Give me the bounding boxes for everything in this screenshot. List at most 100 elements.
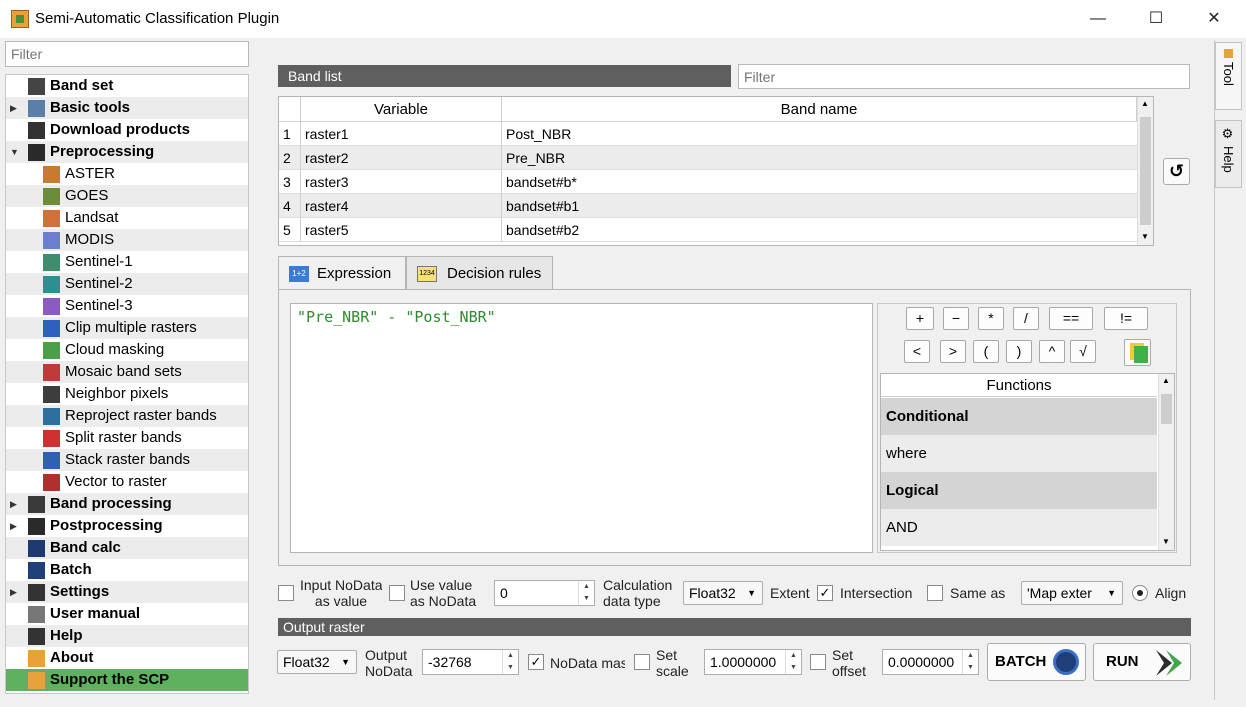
- sidebar-item-postprocessing[interactable]: ▶ Postprocessing: [6, 515, 248, 537]
- band-name-column-header[interactable]: Band name: [502, 97, 1137, 122]
- row-number[interactable]: 4: [279, 194, 301, 218]
- set-offset-checkbox[interactable]: [810, 654, 826, 670]
- intersection-checkbox[interactable]: ✓: [817, 585, 833, 601]
- output-type-combo[interactable]: Float32 ▼: [277, 650, 357, 674]
- sidebar-item-settings[interactable]: ▶ Settings: [6, 581, 248, 603]
- sidebar-item-band-set[interactable]: Band set: [6, 75, 248, 97]
- row-number[interactable]: 5: [279, 218, 301, 242]
- scroll-thumb[interactable]: [1140, 117, 1151, 225]
- sidebar-item-sentinel-1[interactable]: Sentinel-1: [6, 251, 248, 273]
- table-row[interactable]: 4 raster4 bandset#b1: [279, 194, 1137, 218]
- same-as-checkbox[interactable]: [927, 585, 943, 601]
- band-name-cell[interactable]: Pre_NBR: [502, 146, 565, 170]
- scroll-thumb[interactable]: [1161, 394, 1172, 424]
- chevron-right-icon[interactable]: ▶: [10, 581, 17, 603]
- sidebar-item-preprocessing[interactable]: ▼ Preprocessing: [6, 141, 248, 163]
- sidebar-item-download-products[interactable]: Download products: [6, 119, 248, 141]
- offset-spinbox[interactable]: 0.0000000 ▲ ▼: [882, 649, 979, 675]
- sidebar-item-batch[interactable]: Batch: [6, 559, 248, 581]
- variable-cell[interactable]: raster5: [301, 218, 502, 242]
- sidebar-item-stack-raster-bands[interactable]: Stack raster bands: [6, 449, 248, 471]
- sidebar-item-band-calc[interactable]: Band calc: [6, 537, 248, 559]
- run-button[interactable]: RUN: [1093, 643, 1191, 681]
- sidebar-item-reproject-raster-bands[interactable]: Reproject raster bands: [6, 405, 248, 427]
- operator-button[interactable]: /: [1013, 307, 1039, 330]
- align-radio[interactable]: [1132, 585, 1148, 601]
- functions-scrollbar[interactable]: ▲ ▼: [1158, 374, 1174, 550]
- operator-button[interactable]: >: [940, 340, 966, 363]
- set-scale-checkbox[interactable]: [634, 654, 650, 670]
- operator-button[interactable]: √: [1070, 340, 1096, 363]
- function-item[interactable]: AND: [881, 509, 1157, 546]
- chevron-right-icon[interactable]: ▶: [10, 515, 17, 537]
- sidebar-item-user-manual[interactable]: User manual: [6, 603, 248, 625]
- sidebar-item-clip-multiple-rasters[interactable]: Clip multiple rasters: [6, 317, 248, 339]
- sidebar-filter-input[interactable]: [5, 41, 249, 67]
- operator-button[interactable]: ): [1006, 340, 1032, 363]
- refresh-icon[interactable]: ↺: [1163, 158, 1190, 185]
- sidebar-item-sentinel-3[interactable]: Sentinel-3: [6, 295, 248, 317]
- operator-button[interactable]: <: [904, 340, 930, 363]
- sidebar-item-mosaic-band-sets[interactable]: Mosaic band sets: [6, 361, 248, 383]
- row-number[interactable]: 1: [279, 122, 301, 146]
- band-name-cell[interactable]: bandset#b1: [502, 194, 579, 218]
- sidebar-item-neighbor-pixels[interactable]: Neighbor pixels: [6, 383, 248, 405]
- use-value-nodata-checkbox[interactable]: [389, 585, 405, 601]
- table-row[interactable]: 3 raster3 bandset#b*: [279, 170, 1137, 194]
- sidebar-item-help[interactable]: Help: [6, 625, 248, 647]
- nodata-value-spinbox[interactable]: 0 ▲ ▼: [494, 580, 595, 606]
- band-list-filter-input[interactable]: [738, 64, 1190, 89]
- output-nodata-spinbox[interactable]: -32768 ▲ ▼: [422, 649, 519, 675]
- side-tab-tool[interactable]: Tool: [1215, 42, 1242, 110]
- scroll-up-icon[interactable]: ▲: [1162, 376, 1170, 385]
- sidebar-item-cloud-masking[interactable]: Cloud masking: [6, 339, 248, 361]
- operator-button[interactable]: ^: [1039, 340, 1065, 363]
- chevron-right-icon[interactable]: ▶: [10, 493, 17, 515]
- sidebar-item-aster[interactable]: ASTER: [6, 163, 248, 185]
- table-row[interactable]: 2 raster2 Pre_NBR: [279, 146, 1137, 170]
- input-nodata-checkbox[interactable]: [278, 585, 294, 601]
- sidebar-item-split-raster-bands[interactable]: Split raster bands: [6, 427, 248, 449]
- sidebar-item-landsat[interactable]: Landsat: [6, 207, 248, 229]
- row-number[interactable]: 3: [279, 170, 301, 194]
- batch-button[interactable]: BATCH: [987, 643, 1086, 681]
- tab-expression[interactable]: 1+2 Expression: [278, 256, 406, 290]
- band-list-scrollbar[interactable]: ▲ ▼: [1137, 97, 1153, 245]
- import-expression-icon[interactable]: [1124, 339, 1151, 366]
- band-name-cell[interactable]: bandset#b*: [502, 170, 577, 194]
- table-row[interactable]: 5 raster5 bandset#b2: [279, 218, 1137, 242]
- scroll-up-icon[interactable]: ▲: [1141, 99, 1149, 108]
- band-name-cell[interactable]: Post_NBR: [502, 122, 571, 146]
- operator-button[interactable]: !=: [1104, 307, 1148, 330]
- chevron-right-icon[interactable]: ▶: [10, 97, 17, 119]
- sidebar-item-vector-to-raster[interactable]: Vector to raster: [6, 471, 248, 493]
- chevron-down-icon[interactable]: ▼: [10, 141, 19, 163]
- nodata-mask-checkbox[interactable]: ✓: [528, 654, 544, 670]
- operator-button[interactable]: (: [973, 340, 999, 363]
- sidebar-item-modis[interactable]: MODIS: [6, 229, 248, 251]
- variable-cell[interactable]: raster4: [301, 194, 502, 218]
- scroll-down-icon[interactable]: ▼: [1141, 232, 1149, 241]
- table-row[interactable]: 1 raster1 Post_NBR: [279, 122, 1137, 146]
- tab-decision-rules[interactable]: 1234 Decision rules: [406, 256, 553, 290]
- variable-cell[interactable]: raster2: [301, 146, 502, 170]
- calc-data-type-combo[interactable]: Float32 ▼: [683, 581, 763, 605]
- sidebar-item-about[interactable]: About: [6, 647, 248, 669]
- row-number[interactable]: 2: [279, 146, 301, 170]
- maximize-button[interactable]: ☐: [1133, 0, 1179, 38]
- minimize-button[interactable]: —: [1075, 0, 1121, 38]
- map-extent-combo[interactable]: 'Map exter ▼: [1021, 581, 1123, 605]
- operator-button[interactable]: +: [906, 307, 934, 330]
- operator-button[interactable]: ==: [1049, 307, 1093, 330]
- band-name-cell[interactable]: bandset#b2: [502, 218, 579, 242]
- sidebar-item-goes[interactable]: GOES: [6, 185, 248, 207]
- sidebar-item-basic-tools[interactable]: ▶ Basic tools: [6, 97, 248, 119]
- sidebar-item-band-processing[interactable]: ▶ Band processing: [6, 493, 248, 515]
- operator-button[interactable]: *: [978, 307, 1004, 330]
- sidebar-item-sentinel-2[interactable]: Sentinel-2: [6, 273, 248, 295]
- variable-cell[interactable]: raster3: [301, 170, 502, 194]
- expression-editor[interactable]: "Pre_NBR" - "Post_NBR": [290, 303, 873, 553]
- side-tab-help[interactable]: ⚙Help: [1215, 120, 1242, 188]
- operator-button[interactable]: −: [943, 307, 969, 330]
- variable-column-header[interactable]: Variable: [301, 97, 502, 122]
